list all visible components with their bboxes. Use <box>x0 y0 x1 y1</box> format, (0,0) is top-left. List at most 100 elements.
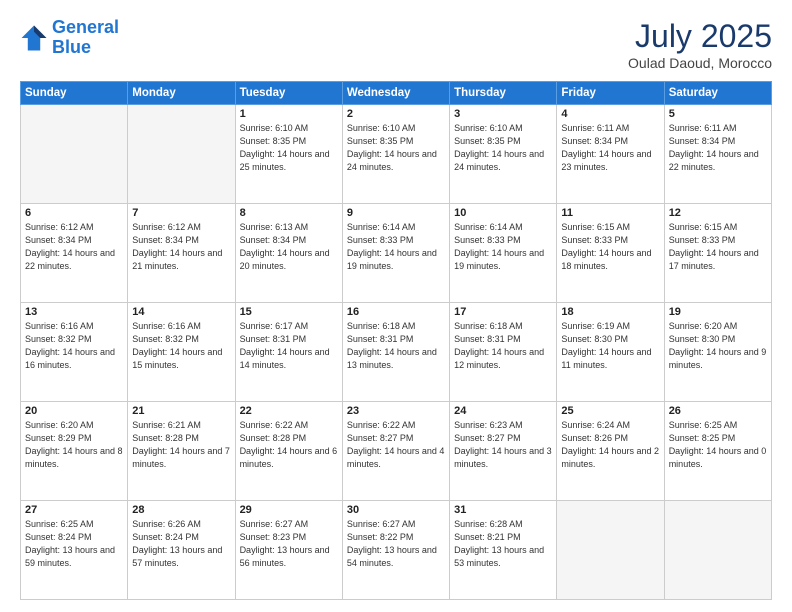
calendar-cell <box>664 501 771 600</box>
day-number: 17 <box>454 306 552 318</box>
calendar-cell: 14Sunrise: 6:16 AMSunset: 8:32 PMDayligh… <box>128 303 235 402</box>
header: General Blue July 2025 Oulad Daoud, Moro… <box>20 18 772 71</box>
cell-info: Sunrise: 6:10 AMSunset: 8:35 PMDaylight:… <box>454 122 552 174</box>
col-header-thursday: Thursday <box>450 82 557 105</box>
calendar-cell: 15Sunrise: 6:17 AMSunset: 8:31 PMDayligh… <box>235 303 342 402</box>
cell-info: Sunrise: 6:14 AMSunset: 8:33 PMDaylight:… <box>454 221 552 273</box>
calendar-cell: 16 Sunrise: 6:18 AMSunset: 8:31 PMDayligh… <box>342 303 449 402</box>
logo-text: General Blue <box>52 18 119 58</box>
logo-icon <box>20 24 48 52</box>
calendar-cell: 10 Sunrise: 6:14 AMSunset: 8:33 PMDayligh… <box>450 204 557 303</box>
day-number: 9 <box>347 207 445 219</box>
col-header-tuesday: Tuesday <box>235 82 342 105</box>
calendar-cell <box>557 501 664 600</box>
day-number: 7 <box>132 207 230 219</box>
week-row-1: 1 Sunrise: 6:10 AMSunset: 8:35 PMDaylight… <box>21 105 772 204</box>
day-number: 8 <box>240 207 338 219</box>
cell-info: Sunrise: 6:18 AMSunset: 8:31 PMDaylight:… <box>347 320 445 372</box>
header-row: SundayMondayTuesdayWednesdayThursdayFrid… <box>21 82 772 105</box>
cell-info: Sunrise: 6:25 AMSunset: 8:24 PMDaylight:… <box>25 518 123 570</box>
cell-info: Sunrise: 6:27 AMSunset: 8:23 PMDaylight:… <box>240 518 338 570</box>
location: Oulad Daoud, Morocco <box>628 55 772 71</box>
calendar-cell: 30 Sunrise: 6:27 AMSunset: 8:22 PMDayligh… <box>342 501 449 600</box>
calendar-cell: 5Sunrise: 6:11 AMSunset: 8:34 PMDaylight… <box>664 105 771 204</box>
calendar-table: SundayMondayTuesdayWednesdayThursdayFrid… <box>20 81 772 600</box>
cell-info: Sunrise: 6:23 AMSunset: 8:27 PMDaylight:… <box>454 419 552 471</box>
calendar-cell <box>128 105 235 204</box>
day-number: 2 <box>347 108 445 120</box>
calendar-cell: 25 Sunrise: 6:24 AMSunset: 8:26 PMDayligh… <box>557 402 664 501</box>
cell-info: Sunrise: 6:10 AMSunset: 8:35 PMDaylight:… <box>240 122 338 174</box>
month-title: July 2025 <box>628 18 772 55</box>
day-number: 30 <box>347 504 445 516</box>
cell-info: Sunrise: 6:10 AMSunset: 8:35 PMDaylight:… <box>347 122 445 174</box>
day-number: 3 <box>454 108 552 120</box>
day-number: 16 <box>347 306 445 318</box>
calendar-cell: 29 Sunrise: 6:27 AMSunset: 8:23 PMDayligh… <box>235 501 342 600</box>
logo: General Blue <box>20 18 119 58</box>
day-number: 31 <box>454 504 552 516</box>
calendar-cell: 26 Sunrise: 6:25 AMSunset: 8:25 PMDayligh… <box>664 402 771 501</box>
week-row-4: 20Sunrise: 6:20 AMSunset: 8:29 PMDayligh… <box>21 402 772 501</box>
calendar-cell: 19 Sunrise: 6:20 AMSunset: 8:30 PMDayligh… <box>664 303 771 402</box>
day-number: 18 <box>561 306 659 318</box>
cell-info: Sunrise: 6:21 AMSunset: 8:28 PMDaylight:… <box>132 419 230 471</box>
day-number: 29 <box>240 504 338 516</box>
cell-info: Sunrise: 6:18 AMSunset: 8:31 PMDaylight:… <box>454 320 552 372</box>
calendar-cell: 9 Sunrise: 6:14 AMSunset: 8:33 PMDaylight… <box>342 204 449 303</box>
day-number: 12 <box>669 207 767 219</box>
day-number: 25 <box>561 405 659 417</box>
day-number: 4 <box>561 108 659 120</box>
calendar-cell: 7 Sunrise: 6:12 AMSunset: 8:34 PMDaylight… <box>128 204 235 303</box>
day-number: 21 <box>132 405 230 417</box>
week-row-2: 6Sunrise: 6:12 AMSunset: 8:34 PMDaylight… <box>21 204 772 303</box>
cell-info: Sunrise: 6:14 AMSunset: 8:33 PMDaylight:… <box>347 221 445 273</box>
calendar-cell: 22Sunrise: 6:22 AMSunset: 8:28 PMDayligh… <box>235 402 342 501</box>
cell-info: Sunrise: 6:13 AMSunset: 8:34 PMDaylight:… <box>240 221 338 273</box>
col-header-saturday: Saturday <box>664 82 771 105</box>
calendar-cell: 2 Sunrise: 6:10 AMSunset: 8:35 PMDaylight… <box>342 105 449 204</box>
calendar-cell: 24 Sunrise: 6:23 AMSunset: 8:27 PMDayligh… <box>450 402 557 501</box>
day-number: 24 <box>454 405 552 417</box>
day-number: 10 <box>454 207 552 219</box>
day-number: 19 <box>669 306 767 318</box>
calendar-cell: 18 Sunrise: 6:19 AMSunset: 8:30 PMDayligh… <box>557 303 664 402</box>
page: General Blue July 2025 Oulad Daoud, Moro… <box>0 0 792 612</box>
cell-info: Sunrise: 6:24 AMSunset: 8:26 PMDaylight:… <box>561 419 659 471</box>
cell-info: Sunrise: 6:25 AMSunset: 8:25 PMDaylight:… <box>669 419 767 471</box>
day-number: 1 <box>240 108 338 120</box>
cell-info: Sunrise: 6:16 AMSunset: 8:32 PMDaylight:… <box>25 320 123 372</box>
calendar-cell: 11 Sunrise: 6:15 AMSunset: 8:33 PMDayligh… <box>557 204 664 303</box>
col-header-monday: Monday <box>128 82 235 105</box>
calendar-cell: 4Sunrise: 6:11 AMSunset: 8:34 PMDaylight… <box>557 105 664 204</box>
col-header-friday: Friday <box>557 82 664 105</box>
calendar-cell: 12Sunrise: 6:15 AMSunset: 8:33 PMDayligh… <box>664 204 771 303</box>
calendar-cell: 3 Sunrise: 6:10 AMSunset: 8:35 PMDaylight… <box>450 105 557 204</box>
calendar-cell: 17 Sunrise: 6:18 AMSunset: 8:31 PMDayligh… <box>450 303 557 402</box>
day-number: 28 <box>132 504 230 516</box>
calendar-cell: 21 Sunrise: 6:21 AMSunset: 8:28 PMDayligh… <box>128 402 235 501</box>
cell-info: Sunrise: 6:12 AMSunset: 8:34 PMDaylight:… <box>25 221 123 273</box>
calendar-cell: 27Sunrise: 6:25 AMSunset: 8:24 PMDayligh… <box>21 501 128 600</box>
calendar-cell: 8 Sunrise: 6:13 AMSunset: 8:34 PMDaylight… <box>235 204 342 303</box>
week-row-3: 13 Sunrise: 6:16 AMSunset: 8:32 PMDayligh… <box>21 303 772 402</box>
cell-info: Sunrise: 6:15 AMSunset: 8:33 PMDaylight:… <box>561 221 659 273</box>
title-block: July 2025 Oulad Daoud, Morocco <box>628 18 772 71</box>
cell-info: Sunrise: 6:26 AMSunset: 8:24 PMDaylight:… <box>132 518 230 570</box>
week-row-5: 27Sunrise: 6:25 AMSunset: 8:24 PMDayligh… <box>21 501 772 600</box>
day-number: 22 <box>240 405 338 417</box>
calendar-cell: 6Sunrise: 6:12 AMSunset: 8:34 PMDaylight… <box>21 204 128 303</box>
cell-info: Sunrise: 6:19 AMSunset: 8:30 PMDaylight:… <box>561 320 659 372</box>
cell-info: Sunrise: 6:12 AMSunset: 8:34 PMDaylight:… <box>132 221 230 273</box>
cell-info: Sunrise: 6:27 AMSunset: 8:22 PMDaylight:… <box>347 518 445 570</box>
day-number: 23 <box>347 405 445 417</box>
day-number: 13 <box>25 306 123 318</box>
day-number: 11 <box>561 207 659 219</box>
cell-info: Sunrise: 6:20 AMSunset: 8:30 PMDaylight:… <box>669 320 767 372</box>
cell-info: Sunrise: 6:20 AMSunset: 8:29 PMDaylight:… <box>25 419 123 471</box>
day-number: 26 <box>669 405 767 417</box>
calendar-cell <box>21 105 128 204</box>
calendar-cell: 31Sunrise: 6:28 AMSunset: 8:21 PMDayligh… <box>450 501 557 600</box>
logo-line1: General <box>52 17 119 37</box>
calendar-cell: 20Sunrise: 6:20 AMSunset: 8:29 PMDayligh… <box>21 402 128 501</box>
